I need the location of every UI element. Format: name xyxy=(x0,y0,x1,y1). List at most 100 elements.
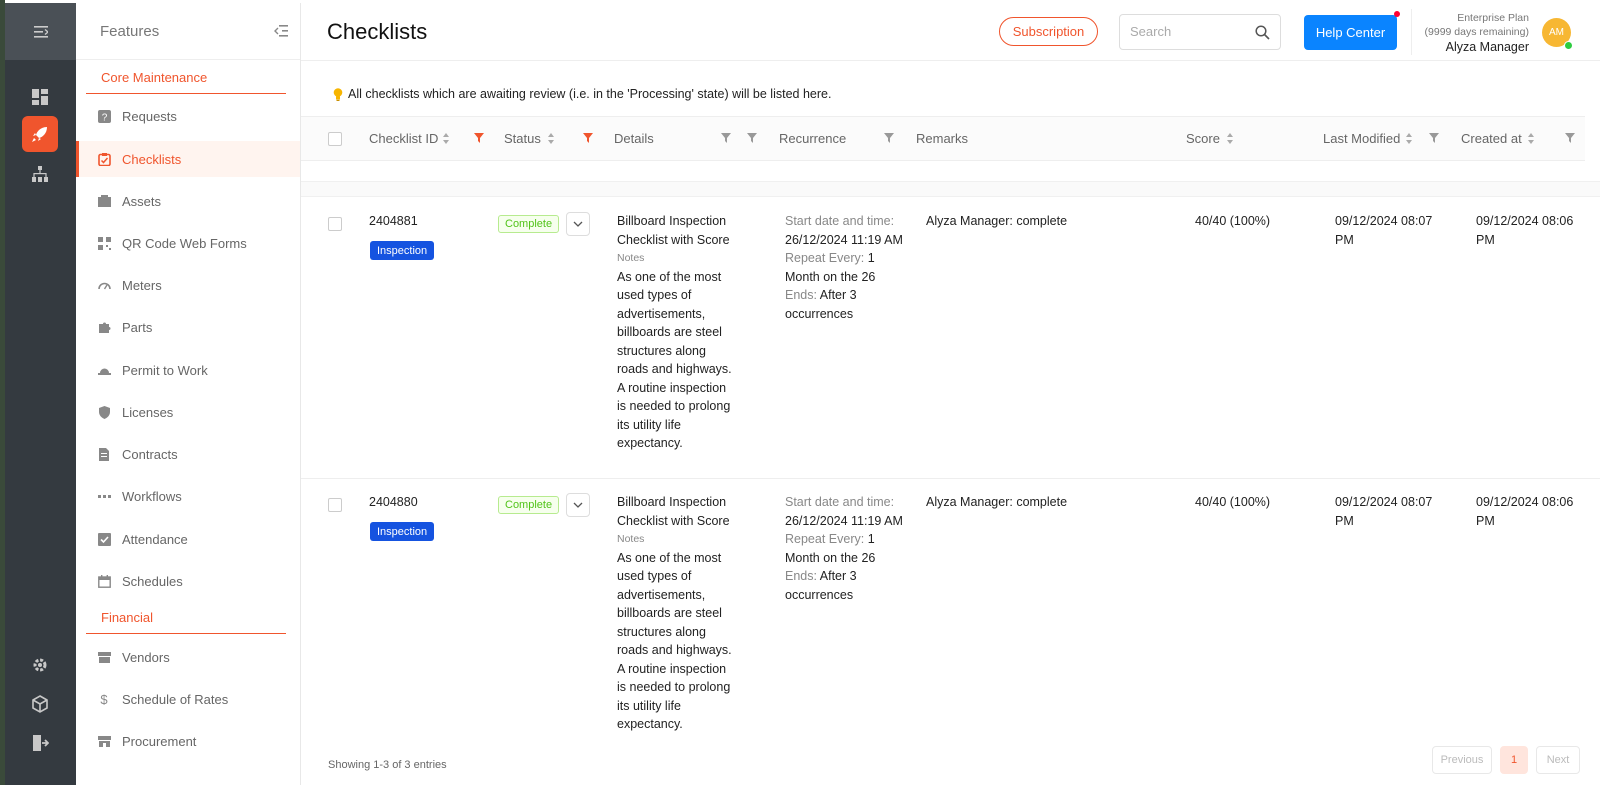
checklist-title[interactable]: Billboard Inspection Checklist with Scor… xyxy=(617,493,735,530)
search-box xyxy=(1119,14,1281,50)
search-icon[interactable] xyxy=(1255,25,1270,40)
filter-icon[interactable] xyxy=(1565,133,1575,143)
filter-icon[interactable] xyxy=(721,133,731,143)
column-header-score[interactable]: Score xyxy=(1186,131,1220,146)
qr-code-icon xyxy=(97,236,111,250)
start-label: Start date and time: xyxy=(785,495,895,509)
checklist-id[interactable]: 2404880 xyxy=(369,493,418,512)
sidebar-item-qr-code-web-forms[interactable]: QR Code Web Forms xyxy=(76,225,300,261)
sidebar-item-label: Permit to Work xyxy=(122,362,208,378)
expand-row-button[interactable] xyxy=(566,493,590,517)
org-chart-icon xyxy=(32,166,48,182)
table-row[interactable]: 2404881 Inspection Complete Billboard In… xyxy=(301,198,1600,479)
sidebar-item-licenses[interactable]: Licenses xyxy=(76,394,300,430)
notes-text: As one of the most used types of adverti… xyxy=(617,269,732,451)
attendance-icon xyxy=(97,532,111,546)
remarks-cell: Alyza Manager: complete xyxy=(926,214,1068,228)
sort-icon[interactable] xyxy=(1226,132,1234,145)
filter-icon[interactable] xyxy=(474,133,484,143)
sidebar-item-attendance[interactable]: Attendance xyxy=(76,521,300,557)
sidebar-item-vendors[interactable]: Vendors xyxy=(76,639,300,675)
sidebar-item-assets[interactable]: Assets xyxy=(76,183,300,219)
expand-row-button[interactable] xyxy=(566,212,590,236)
notification-dot xyxy=(1394,11,1400,17)
sidebar-item-checklists[interactable]: Checklists xyxy=(76,141,300,177)
notes-label: Notes xyxy=(617,533,645,545)
column-header-created-at[interactable]: Created at xyxy=(1461,131,1522,146)
sidebar-item-label: Attendance xyxy=(122,531,188,547)
workflow-icon xyxy=(97,494,111,498)
row-checkbox[interactable] xyxy=(328,217,342,231)
plan-remaining: (9999 days remaining) xyxy=(1424,26,1529,38)
rail-cube[interactable] xyxy=(22,686,58,722)
entries-count: Showing 1-3 of 3 entries xyxy=(328,759,447,771)
column-header-details[interactable]: Details xyxy=(614,131,654,146)
question-icon: ? xyxy=(97,109,111,123)
svg-text:?: ? xyxy=(101,112,107,123)
sidebar-item-procurement[interactable]: Procurement xyxy=(76,723,300,759)
rail-features[interactable] xyxy=(22,116,58,152)
filter-icon[interactable] xyxy=(884,133,894,143)
section-divider xyxy=(86,633,286,634)
sidebar-item-permit-to-work[interactable]: Permit to Work xyxy=(76,352,300,388)
search-input[interactable] xyxy=(1130,24,1250,39)
table-row[interactable]: 2404880 Inspection Complete Billboard In… xyxy=(301,479,1600,741)
sidebar-item-requests[interactable]: ? Requests xyxy=(76,98,300,134)
status-badge: Complete xyxy=(498,215,560,233)
remarks-cell: Alyza Manager: complete xyxy=(926,495,1068,509)
sidebar-item-label: Procurement xyxy=(122,733,197,749)
main-content: All checklists which are awaiting review… xyxy=(301,61,1600,785)
created-at-cell: 09/12/2024 08:06 PM xyxy=(1476,495,1574,528)
page-1-button[interactable]: 1 xyxy=(1500,746,1528,774)
rail-org[interactable] xyxy=(22,156,58,192)
dollar-icon: $ xyxy=(100,691,108,707)
filter-icon[interactable] xyxy=(583,133,593,143)
rail-menu-toggle[interactable] xyxy=(5,3,76,60)
rail-logout[interactable] xyxy=(22,725,58,761)
details-cell: Billboard Inspection Checklist with Scor… xyxy=(617,493,735,734)
top-header: Checklists Subscription Help Center Ente… xyxy=(301,3,1600,61)
previous-page-button[interactable]: Previous xyxy=(1432,746,1492,774)
column-header-checklist-id[interactable]: Checklist ID xyxy=(369,131,438,146)
column-header-status[interactable]: Status xyxy=(504,131,541,146)
sort-icon[interactable] xyxy=(442,132,450,145)
hamburger-menu-icon[interactable] xyxy=(33,25,48,38)
chevron-down-icon xyxy=(573,502,583,508)
sidebar-item-schedule-of-rates[interactable]: $ Schedule of Rates xyxy=(76,681,300,717)
sidebar-item-label: Requests xyxy=(122,108,177,124)
sort-icon[interactable] xyxy=(1405,132,1413,145)
sidebar-item-label: Schedule of Rates xyxy=(122,691,229,707)
puzzle-icon xyxy=(98,322,110,333)
column-header-recurrence[interactable]: Recurrence xyxy=(779,131,846,146)
last-modified-cell: 09/12/2024 08:07 PM xyxy=(1335,214,1433,247)
filter-icon[interactable] xyxy=(1429,133,1439,143)
rail-settings[interactable] xyxy=(22,647,58,683)
column-header-last-modified[interactable]: Last Modified xyxy=(1323,131,1400,146)
sidebar-item-contracts[interactable]: Contracts xyxy=(76,436,300,472)
sidebar-item-label: Schedules xyxy=(122,573,183,589)
sidebar-item-workflows[interactable]: Workflows xyxy=(76,478,300,514)
dashboard-icon xyxy=(32,89,48,105)
sort-icon[interactable] xyxy=(547,132,555,145)
notes-text: As one of the most used types of adverti… xyxy=(617,550,732,732)
row-checkbox[interactable] xyxy=(328,498,342,512)
status-badge: Complete xyxy=(498,496,560,514)
checklist-id[interactable]: 2404881 xyxy=(369,212,418,231)
sort-icon[interactable] xyxy=(1527,132,1535,145)
sidebar-item-label: Workflows xyxy=(122,488,182,504)
collapse-sidebar-icon[interactable] xyxy=(274,25,288,37)
sidebar-item-meters[interactable]: Meters xyxy=(76,267,300,303)
section-title-financial: Financial xyxy=(101,610,154,625)
help-center-button[interactable]: Help Center xyxy=(1304,15,1397,50)
sidebar-item-schedules[interactable]: Schedules xyxy=(76,563,300,599)
next-page-button[interactable]: Next xyxy=(1536,746,1580,774)
subscription-button[interactable]: Subscription xyxy=(999,17,1098,46)
user-name[interactable]: Alyza Manager xyxy=(1417,40,1529,54)
sidebar-item-label: Vendors xyxy=(122,649,170,665)
select-all-checkbox[interactable] xyxy=(328,132,342,146)
sidebar-item-parts[interactable]: Parts xyxy=(76,309,300,345)
rail-dashboard[interactable] xyxy=(22,79,58,115)
checklist-title[interactable]: Billboard Inspection Checklist with Scor… xyxy=(617,212,735,249)
filter-icon[interactable] xyxy=(747,133,757,143)
column-header-remarks[interactable]: Remarks xyxy=(916,131,968,146)
